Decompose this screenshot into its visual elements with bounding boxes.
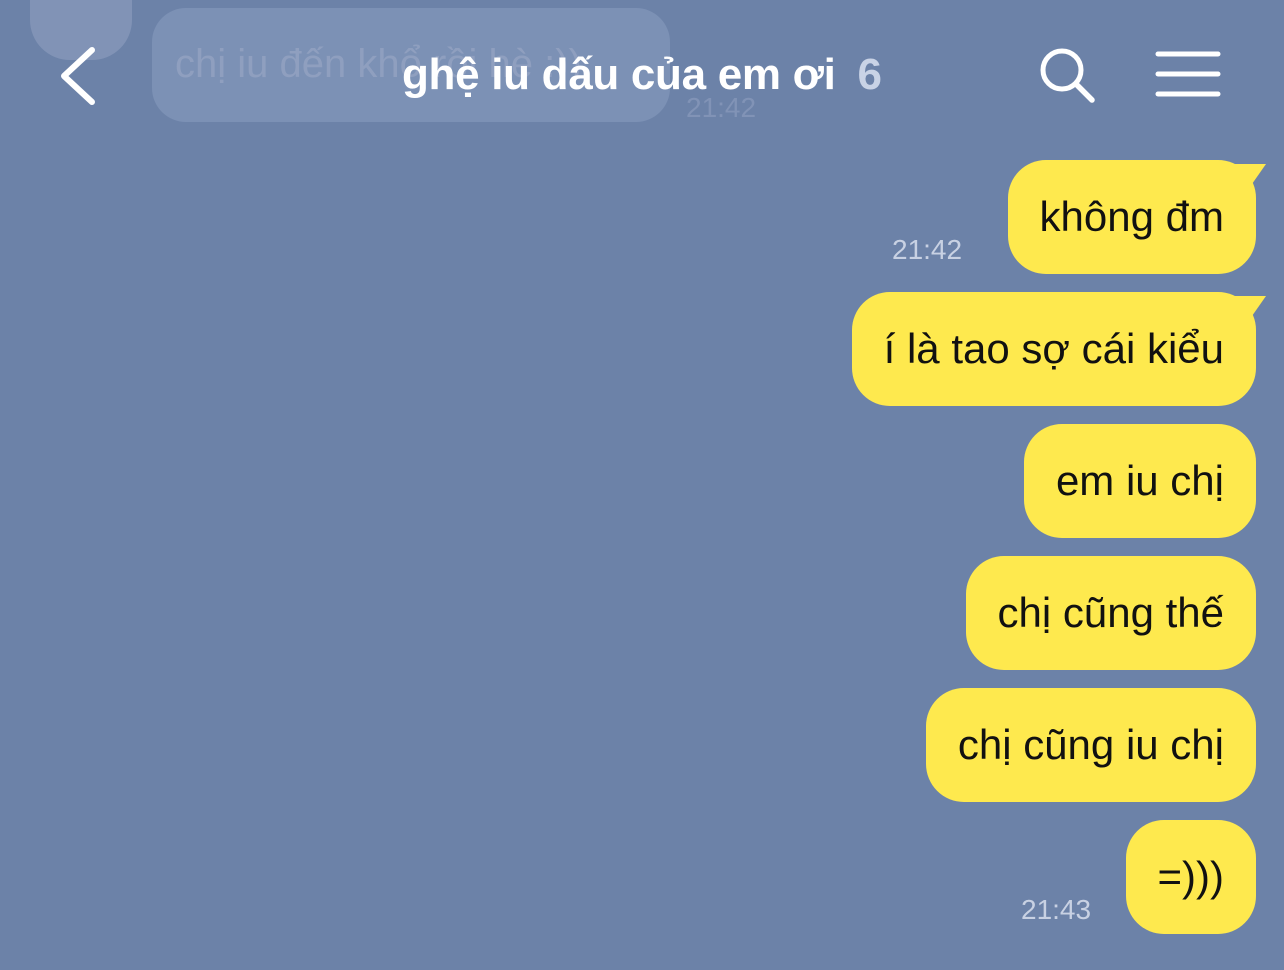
search-button[interactable] — [1034, 44, 1100, 106]
message-bubble[interactable]: không đm — [1007, 160, 1256, 274]
member-count: 6 — [857, 50, 883, 99]
message-text: chị cũng iu chị — [957, 721, 1224, 768]
message-bubble[interactable]: í là tao sợ cái kiểu — [851, 292, 1256, 406]
message-bubble[interactable]: chị cũng iu chị — [925, 688, 1256, 802]
message-bubble[interactable]: chị cũng thế — [965, 556, 1256, 670]
message-timestamp: 21:42 — [892, 234, 963, 265]
message-bubble[interactable]: =))) — [1125, 820, 1256, 934]
search-icon — [1040, 48, 1095, 103]
chat-title: ghệ iu dấu của em ơi — [401, 50, 836, 99]
message-text: em iu chị — [1055, 457, 1224, 504]
chat-header: ghệ iu dấu của em ơi 6 — [0, 0, 1284, 150]
chat-screen: chị iu đến khổ rồi hè :)) 21:42 ghệ iu d… — [0, 0, 1284, 970]
message-text: chị cũng thế — [997, 589, 1225, 636]
hamburger-menu-icon — [1155, 51, 1221, 97]
message-text: í là tao sợ cái kiểu — [883, 325, 1224, 372]
message-text: =))) — [1157, 853, 1225, 900]
message-bubble[interactable]: em iu chị — [1023, 424, 1256, 538]
menu-button[interactable] — [1154, 48, 1222, 100]
message-text: không đm — [1039, 193, 1224, 240]
message-timestamp: 21:43 — [1021, 894, 1092, 925]
